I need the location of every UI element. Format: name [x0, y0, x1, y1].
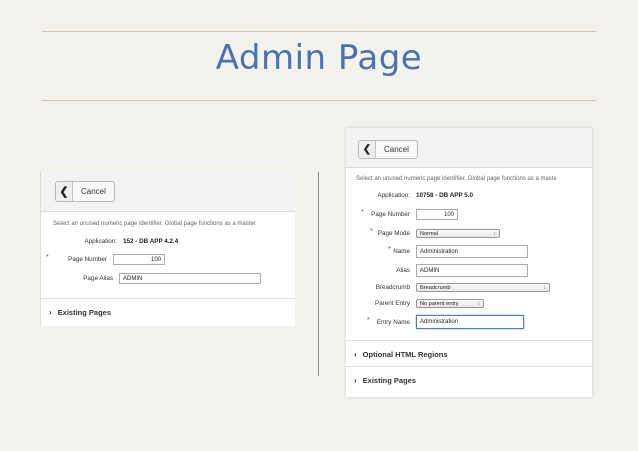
- right-name-row: * Name Administration: [346, 245, 528, 258]
- right-page-number-label-wrap: * Page Number: [346, 209, 416, 218]
- right-toolbar: ❮ Cancel: [346, 128, 592, 168]
- right-page-mode-label: Page Mode: [377, 230, 410, 237]
- title-rule: [42, 100, 596, 101]
- left-page-alias-input[interactable]: ADMIN: [119, 273, 261, 284]
- right-breadcrumb-label: Breadcrumb: [375, 284, 410, 291]
- right-existing-pages-label: Existing Pages: [362, 375, 417, 385]
- left-page-number-label-wrap: * Page Number: [41, 254, 113, 263]
- right-page-mode-label-wrap: * Page Mode: [346, 228, 416, 237]
- right-name-input[interactable]: Administration: [416, 245, 528, 258]
- right-breadcrumb-row: Breadcrumb Breadcrumb ↕: [346, 283, 550, 292]
- right-entry-name-label-wrap: * Entry Name: [346, 316, 416, 326]
- right-page-mode-row: * Page Mode Normal ↕: [346, 228, 500, 238]
- right-page-number-row: * Page Number 100: [346, 209, 458, 220]
- left-application-row: Application: 152 - DB APP 4.2.4: [41, 238, 178, 245]
- right-name-label: Name: [393, 248, 410, 255]
- right-parent-entry-value: No parent entry: [420, 300, 459, 307]
- right-application-row: Application: 10758 - DB APP 5.0: [346, 192, 473, 199]
- left-cancel-label: Cancel: [81, 187, 106, 196]
- right-alias-row: Alias ADMIN: [346, 264, 528, 277]
- left-application-value: 152 - DB APP 4.2.4: [123, 238, 179, 245]
- right-optional-html-regions-label: Optional HTML Regions: [362, 349, 448, 359]
- left-page-number-input[interactable]: 100: [113, 254, 165, 265]
- left-screenshot: ❮ Cancel Select an unused numeric page i…: [40, 171, 295, 326]
- right-page-number-input[interactable]: 100: [416, 209, 458, 220]
- right-application-value: 10758 - DB APP 5.0: [416, 192, 474, 199]
- right-page-number-label: Page Number: [371, 211, 410, 218]
- right-name-label-wrap: * Name: [346, 246, 416, 255]
- chevron-right-icon: ›: [354, 349, 357, 359]
- chevron-right-icon: ›: [49, 307, 52, 317]
- right-cancel-label: Cancel: [384, 145, 409, 154]
- required-marker: *: [370, 228, 373, 235]
- up-down-arrows-icon: ↕: [493, 230, 497, 237]
- chevron-left-icon: ❮: [56, 182, 73, 201]
- up-down-arrows-icon: ↕: [477, 300, 481, 307]
- right-screenshot: ❮ Cancel Select an unused numeric page i…: [346, 128, 592, 397]
- right-entry-name-label: Entry Name: [376, 318, 410, 326]
- left-existing-pages-section[interactable]: › Existing Pages: [41, 298, 295, 325]
- up-down-arrows-icon: ↕: [543, 284, 547, 291]
- required-marker: *: [46, 254, 49, 261]
- right-page-mode-value: Normal: [420, 230, 439, 237]
- right-parent-entry-label: Parent Entry: [375, 300, 410, 307]
- right-alias-input[interactable]: ADMIN: [416, 264, 528, 277]
- left-application-label: Application:: [84, 238, 117, 245]
- right-alias-label: Alias: [396, 267, 410, 274]
- top-rule: [42, 31, 596, 32]
- right-page-mode-select[interactable]: Normal ↕: [416, 229, 500, 238]
- slide-title: Admin Page: [215, 38, 423, 78]
- vertical-divider: [318, 172, 319, 376]
- right-breadcrumb-value: Breadcrumb: [420, 284, 451, 291]
- left-existing-pages-label: Existing Pages: [57, 307, 112, 317]
- required-marker: *: [361, 209, 364, 216]
- right-existing-pages-section[interactable]: › Existing Pages: [346, 366, 592, 393]
- chevron-left-icon: ❮: [359, 141, 376, 158]
- left-page-number-label: Page Number: [68, 256, 107, 263]
- right-application-label: Application:: [377, 192, 410, 199]
- left-page-alias-row: Page Alias ADMIN: [41, 273, 261, 284]
- left-cancel-button[interactable]: ❮ Cancel: [55, 181, 115, 202]
- right-parent-entry-row: Parent Entry No parent entry ↕: [346, 299, 484, 308]
- right-optional-html-regions-section[interactable]: › Optional HTML Regions: [346, 340, 592, 367]
- left-description: Select an unused numeric page identifier…: [53, 221, 256, 227]
- left-page-number-row: * Page Number 100: [41, 254, 165, 265]
- chevron-right-icon: ›: [354, 375, 357, 385]
- right-entry-name-input[interactable]: Administration: [416, 315, 524, 329]
- slide: Admin Page ❮ Cancel Select an unused num…: [0, 0, 638, 451]
- left-page-alias-label: Page Alias: [83, 275, 113, 282]
- required-marker: *: [367, 316, 370, 324]
- required-marker: *: [388, 246, 391, 253]
- left-toolbar: ❮ Cancel: [41, 171, 295, 212]
- right-entry-name-row: * Entry Name Administration: [346, 315, 524, 329]
- right-description: Select an unused numeric page identifier…: [356, 176, 557, 182]
- right-breadcrumb-select[interactable]: Breadcrumb ↕: [416, 283, 550, 292]
- right-cancel-button[interactable]: ❮ Cancel: [358, 140, 418, 159]
- right-parent-entry-select[interactable]: No parent entry ↕: [416, 299, 484, 308]
